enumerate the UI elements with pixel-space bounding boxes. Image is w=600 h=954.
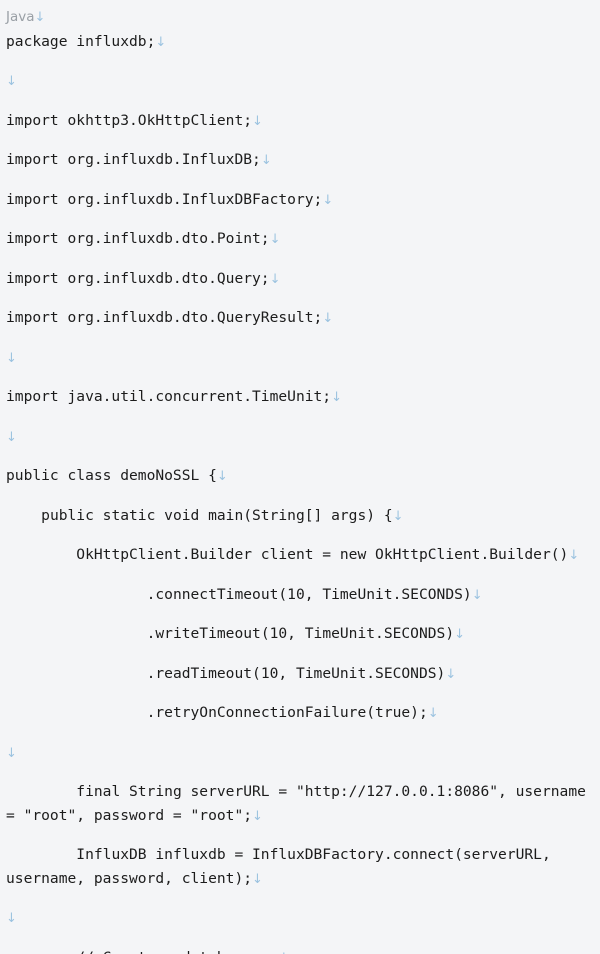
code-block-viewer[interactable]: Java↓ package influxdb;↓ ↓ import okhttp… <box>0 0 600 954</box>
code-line: OkHttpClient.Builder client = new OkHttp… <box>6 543 598 568</box>
line-break-marker-icon: ↓ <box>392 508 404 524</box>
code-line-text: import org.influxdb.dto.Query; <box>6 269 270 287</box>
code-line: InfluxDB influxdb = InfluxDBFactory.conn… <box>6 843 598 891</box>
code-line-text: import org.influxdb.InfluxDB; <box>6 151 261 168</box>
line-break-marker-icon: ↓ <box>6 911 17 926</box>
code-line: import org.influxdb.InfluxDB;↓ <box>6 148 598 173</box>
line-break-marker-icon: ↓ <box>252 808 263 824</box>
code-line-text: .readTimeout(10, TimeUnit.SECONDS) <box>6 664 446 682</box>
code-line: import org.influxdb.dto.Query;↓ <box>6 267 598 292</box>
line-break-marker-icon: ↓ <box>445 666 457 682</box>
code-line-text: import okhttp3.OkHttpClient; <box>6 111 253 129</box>
line-break-marker-icon: ↓ <box>322 192 334 208</box>
line-break-marker-icon: ↓ <box>34 10 46 25</box>
line-break-marker-icon: ↓ <box>427 706 439 721</box>
code-line: ↓ <box>6 425 598 450</box>
code-line-text: import org.influxdb.dto.Point; <box>6 230 270 247</box>
code-line: .writeTimeout(10, TimeUnit.SECONDS)↓ <box>6 622 598 647</box>
code-line: ↓ <box>6 906 598 931</box>
code-line-text: import org.influxdb.InfluxDBFactory; <box>6 190 323 208</box>
code-line-text: .retryOnConnectionFailure(true); <box>6 704 428 721</box>
code-line-text: import java.util.concurrent.TimeUnit; <box>6 388 332 405</box>
line-break-marker-icon: ↓ <box>278 951 289 954</box>
code-lines: package influxdb;↓ ↓ import okhttp3.OkHt… <box>6 30 598 954</box>
code-line-text: public static void main(String[] args) { <box>6 506 393 524</box>
code-line: // Create a database...↓ <box>6 946 598 954</box>
line-break-marker-icon: ↓ <box>322 311 334 326</box>
line-break-marker-icon: ↓ <box>252 113 263 129</box>
line-break-marker-icon: ↓ <box>6 74 17 89</box>
line-break-marker-icon: ↓ <box>6 350 17 366</box>
code-line-text: // Create a database... <box>6 949 278 954</box>
code-line-text: InfluxDB influxdb = InfluxDBFactory.conn… <box>6 846 560 887</box>
line-break-marker-icon: ↓ <box>454 627 466 642</box>
code-line-text: import org.influxdb.dto.QueryResult; <box>6 309 323 326</box>
code-line-text: package influxdb; <box>6 32 156 50</box>
code-language-label-text: Java <box>6 9 35 25</box>
code-line-text: public class demoNoSSL { <box>6 467 217 484</box>
code-line-text: final String serverURL = "http://127.0.0… <box>6 783 595 824</box>
code-language-label: Java↓ <box>0 6 600 30</box>
code-line: import org.influxdb.dto.Point;↓ <box>6 227 598 252</box>
code-line: import java.util.concurrent.TimeUnit;↓ <box>6 385 598 410</box>
line-break-marker-icon: ↓ <box>6 745 17 761</box>
code-line-text: .connectTimeout(10, TimeUnit.SECONDS) <box>6 585 472 603</box>
code-content[interactable]: package influxdb;↓ ↓ import okhttp3.OkHt… <box>0 30 600 954</box>
line-break-marker-icon: ↓ <box>269 232 281 247</box>
code-line: .connectTimeout(10, TimeUnit.SECONDS)↓ <box>6 583 598 608</box>
code-line: public class demoNoSSL {↓ <box>6 464 598 489</box>
line-break-marker-icon: ↓ <box>252 871 263 887</box>
line-break-marker-icon: ↓ <box>331 390 342 405</box>
code-line-text: .writeTimeout(10, TimeUnit.SECONDS) <box>6 625 455 642</box>
line-break-marker-icon: ↓ <box>260 153 272 168</box>
code-line: ↓ <box>6 69 598 94</box>
code-line: .retryOnConnectionFailure(true);↓ <box>6 701 598 726</box>
code-line: final String serverURL = "http://127.0.0… <box>6 780 598 828</box>
code-line: import org.influxdb.dto.QueryResult;↓ <box>6 306 598 331</box>
code-line: ↓ <box>6 741 598 766</box>
code-line: import org.influxdb.InfluxDBFactory;↓ <box>6 188 598 213</box>
line-break-marker-icon: ↓ <box>216 469 228 484</box>
line-break-marker-icon: ↓ <box>568 548 580 563</box>
code-line: public static void main(String[] args) {… <box>6 504 598 529</box>
code-line: package influxdb;↓ <box>6 30 598 55</box>
code-line: .readTimeout(10, TimeUnit.SECONDS)↓ <box>6 662 598 687</box>
code-line: ↓ <box>6 346 598 371</box>
line-break-marker-icon: ↓ <box>269 271 281 287</box>
code-line: import okhttp3.OkHttpClient;↓ <box>6 109 598 134</box>
line-break-marker-icon: ↓ <box>155 34 167 50</box>
line-break-marker-icon: ↓ <box>471 587 483 603</box>
code-line-text: OkHttpClient.Builder client = new OkHttp… <box>6 546 569 563</box>
line-break-marker-icon: ↓ <box>6 429 17 445</box>
